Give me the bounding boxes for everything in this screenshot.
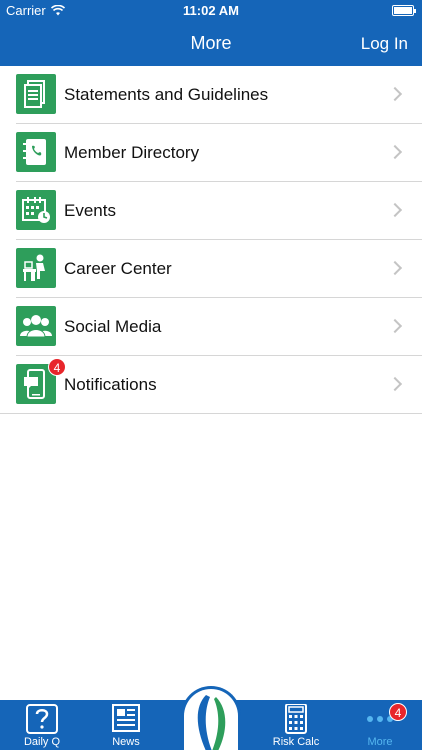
menu-item-events[interactable]: Events [0,182,422,240]
tab-label: Daily Q [23,736,61,748]
chevron-right-icon [387,376,403,392]
tab-label: Risk Calc [272,736,320,748]
menu-item-label: Member Directory [64,143,200,162]
log-in-button[interactable]: Log In [361,34,408,54]
notification-count-badge: 4 [48,358,66,376]
person-at-desk-icon [16,248,56,288]
menu-item-label: Social Media [64,317,162,336]
chevron-right-icon [387,144,403,160]
navigation-bar: More Log In [0,22,422,66]
tab-news[interactable]: News [84,700,168,750]
tab-risk-calc[interactable]: Risk Calc [254,700,338,750]
tab-label: More [367,736,393,748]
menu-item-label: Statements and Guidelines [64,85,269,104]
tab-label: News [112,736,140,748]
more-menu-list: Statements and Guidelines Member Directo… [0,66,422,414]
tab-more[interactable]: More [338,700,422,750]
brand-logo-icon [197,695,226,750]
more-tab-badge: 4 [389,703,407,721]
menu-item-social-media[interactable]: Social Media [0,298,422,356]
question-icon [26,704,58,734]
menu-item-notifications[interactable]: 4 Notifications [0,356,422,414]
menu-item-label: Events [64,201,116,220]
newspaper-icon [112,704,140,732]
chevron-right-icon [387,86,403,102]
battery-icon [392,5,416,16]
status-bar: Carrier 11:02 AM [0,0,422,22]
menu-item-label: Career Center [64,259,172,278]
menu-item-career-center[interactable]: Career Center [0,240,422,298]
tab-daily-q[interactable]: Daily Q [0,700,84,750]
status-time: 11:02 AM [183,3,239,18]
document-icon [16,74,56,114]
chevron-right-icon [387,202,403,218]
chevron-right-icon [387,318,403,334]
page-title: More [190,33,232,53]
center-logo-button[interactable] [181,686,241,750]
chevron-right-icon [387,260,403,276]
menu-item-statements-and-guidelines[interactable]: Statements and Guidelines [0,66,422,124]
calendar-icon [16,190,56,230]
address-book-icon [16,132,56,172]
menu-item-label: Notifications [64,375,157,394]
group-icon [16,306,56,346]
menu-item-member-directory[interactable]: Member Directory [0,124,422,182]
calculator-icon [285,704,307,734]
